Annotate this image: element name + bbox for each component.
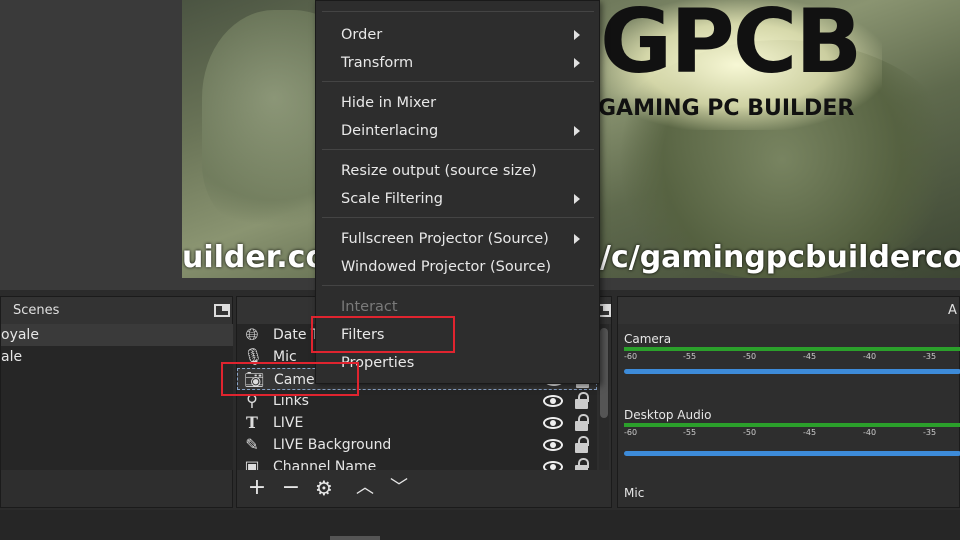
tick-label: -35 bbox=[923, 428, 937, 437]
tick-label: -50 bbox=[743, 352, 757, 361]
sources-scrollbar[interactable] bbox=[599, 324, 609, 470]
source-item-live[interactable]: T LIVE bbox=[237, 412, 597, 434]
text-icon: T bbox=[246, 413, 258, 432]
tick-label: -55 bbox=[683, 352, 697, 361]
lock-icon[interactable] bbox=[575, 392, 589, 409]
lock-icon[interactable] bbox=[575, 436, 589, 453]
menu-item-fullscreen-projector[interactable]: Fullscreen Projector (Source) bbox=[341, 227, 549, 251]
brush-icon: ✎ bbox=[245, 435, 259, 454]
channel-url-left: uilder.co bbox=[182, 240, 327, 275]
menu-item-hide-in-mixer[interactable]: Hide in Mixer bbox=[341, 91, 436, 115]
menu-separator bbox=[322, 149, 594, 150]
meter-ticks: -60 -55 -50 -45 -40 -35 bbox=[624, 427, 960, 441]
menu-item-scale-filtering[interactable]: Scale Filtering bbox=[341, 187, 443, 211]
tick-label: -40 bbox=[863, 428, 877, 437]
visibility-eye-icon[interactable] bbox=[543, 461, 563, 470]
dock-tab-handle[interactable] bbox=[330, 536, 380, 540]
menu-item-transform[interactable]: Transform bbox=[341, 51, 413, 75]
logo-text: GPCB bbox=[600, 0, 862, 93]
tick-label: -45 bbox=[803, 352, 817, 361]
source-label: LIVE Background bbox=[273, 437, 392, 453]
menu-item-deinterlacing[interactable]: Deinterlacing bbox=[341, 119, 438, 143]
menu-separator bbox=[322, 285, 594, 286]
tick-label: -60 bbox=[624, 352, 638, 361]
image-icon: ▣ bbox=[244, 457, 260, 471]
tick-label: -35 bbox=[923, 352, 937, 361]
mixer-dock-title: A bbox=[618, 297, 959, 324]
tick-label: -60 bbox=[624, 428, 638, 437]
scene-item[interactable]: oyale bbox=[1, 324, 233, 346]
undock-icon[interactable] bbox=[214, 304, 230, 317]
lock-icon[interactable] bbox=[575, 414, 589, 431]
globe-icon: 🌐︎ bbox=[245, 325, 259, 344]
menu-item-resize-output[interactable]: Resize output (source size) bbox=[341, 159, 537, 183]
sources-toolbar: + − ⚙ ︿ ﹀ bbox=[237, 473, 597, 503]
menu-separator bbox=[322, 217, 594, 218]
scenes-dock-title: Scenes bbox=[1, 297, 232, 324]
source-label: Channel Name bbox=[273, 459, 377, 470]
submenu-arrow-icon bbox=[574, 58, 580, 68]
tick-label: -45 bbox=[803, 428, 817, 437]
visibility-eye-icon[interactable] bbox=[543, 439, 563, 451]
mixer-channel-name: Mic bbox=[624, 486, 645, 500]
add-icon[interactable]: + bbox=[243, 473, 271, 503]
audio-mixer-dock: A Camera -60 -55 -50 -45 -40 -35 Desktop… bbox=[617, 296, 960, 508]
tick-label: -40 bbox=[863, 352, 877, 361]
scene-item[interactable]: ale bbox=[1, 346, 233, 368]
highlight-box-filters bbox=[311, 316, 455, 353]
submenu-arrow-icon bbox=[574, 234, 580, 244]
move-up-icon[interactable]: ︿ bbox=[351, 473, 379, 503]
channel-url-right: /c/gamingpcbuildercom bbox=[600, 240, 960, 275]
remove-icon[interactable]: − bbox=[277, 473, 305, 503]
submenu-arrow-icon bbox=[574, 30, 580, 40]
volume-slider[interactable] bbox=[624, 451, 960, 456]
logo-subtitle: GAMING PC BUILDER bbox=[598, 96, 855, 121]
tick-label: -50 bbox=[743, 428, 757, 437]
visibility-eye-icon[interactable] bbox=[543, 417, 563, 429]
submenu-arrow-icon bbox=[574, 126, 580, 136]
scenes-dock: Scenes oyale ale bbox=[0, 296, 233, 508]
mixer-channel-name: Desktop Audio bbox=[624, 408, 712, 422]
menu-separator bbox=[322, 11, 594, 12]
lock-icon[interactable] bbox=[575, 458, 589, 470]
volume-slider[interactable] bbox=[624, 369, 960, 374]
mixer-channel-name: Camera bbox=[624, 332, 672, 346]
scenes-list: oyale ale bbox=[1, 324, 233, 470]
move-down-icon[interactable]: ﹀ bbox=[385, 473, 413, 503]
menu-item-windowed-projector[interactable]: Windowed Projector (Source) bbox=[341, 255, 551, 279]
submenu-arrow-icon bbox=[574, 194, 580, 204]
meter-ticks: -60 -55 -50 -45 -40 -35 bbox=[624, 351, 960, 365]
source-item-channel-name[interactable]: ▣ Channel Name bbox=[237, 456, 597, 470]
menu-item-order[interactable]: Order bbox=[341, 23, 382, 47]
menu-separator bbox=[322, 81, 594, 82]
mixer-channel-mic: Mic bbox=[618, 485, 960, 501]
source-item-live-background[interactable]: ✎ LIVE Background bbox=[237, 434, 597, 456]
source-label: LIVE bbox=[273, 415, 304, 431]
visibility-eye-icon[interactable] bbox=[543, 395, 563, 407]
tick-label: -55 bbox=[683, 428, 697, 437]
scrollbar-thumb[interactable] bbox=[600, 328, 608, 418]
gear-icon[interactable]: ⚙ bbox=[310, 473, 338, 503]
highlight-box-camera bbox=[221, 362, 359, 396]
status-bar bbox=[0, 510, 960, 540]
mixer-channel-desktop-audio: Desktop Audio -60 -55 -50 -45 -40 -35 bbox=[618, 407, 960, 456]
mixer-title: A bbox=[948, 303, 957, 318]
mixer-channel-camera: Camera -60 -55 -50 -45 -40 -35 bbox=[618, 331, 960, 374]
